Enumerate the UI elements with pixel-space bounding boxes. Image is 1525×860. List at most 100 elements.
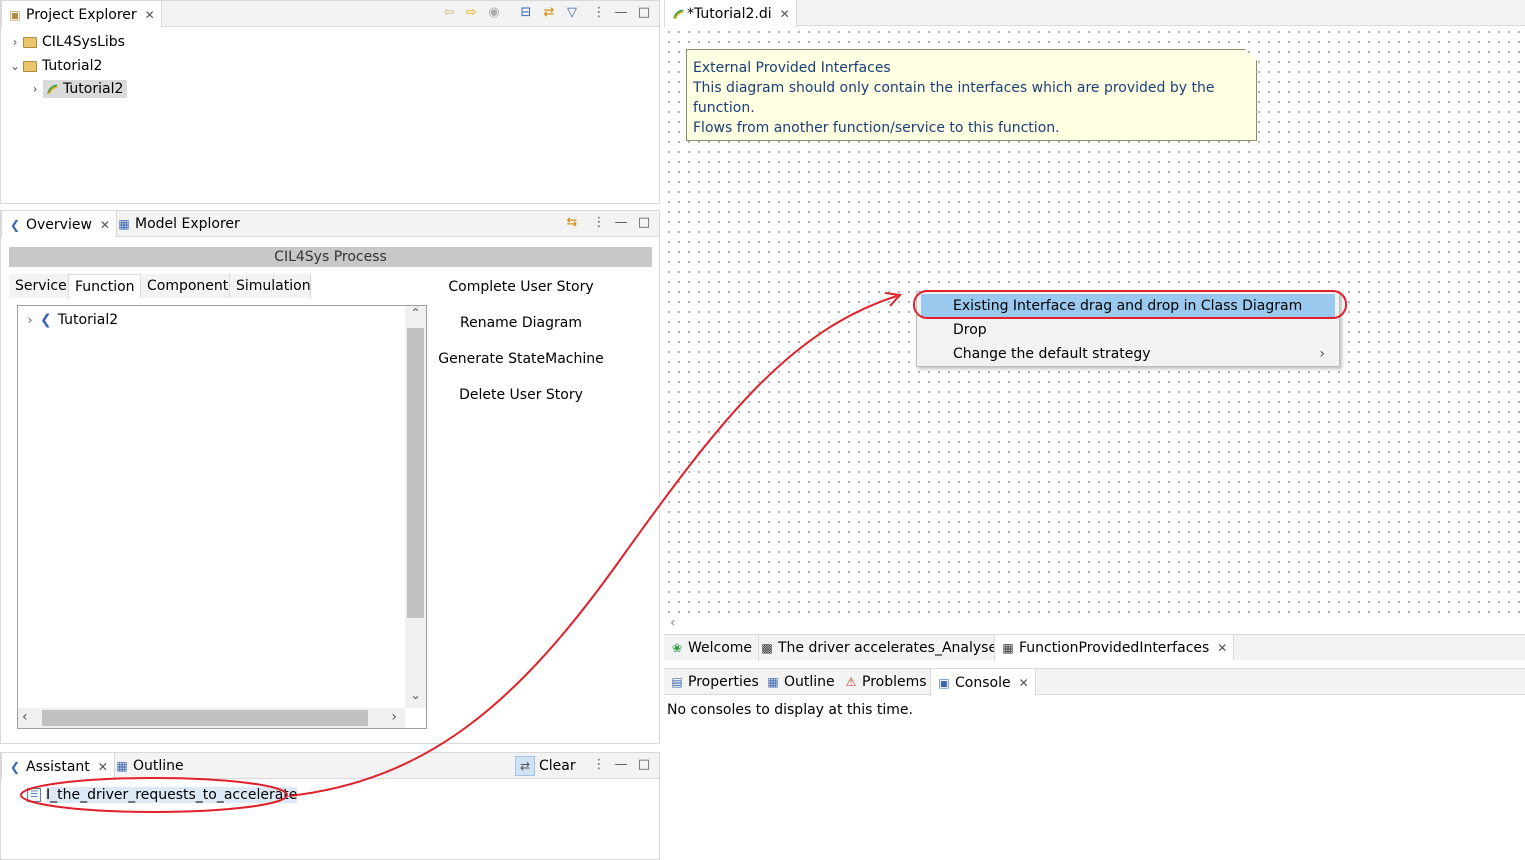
rename-diagram-button[interactable]: Rename Diagram bbox=[421, 315, 621, 331]
delete-user-story-button[interactable]: Delete User Story bbox=[421, 387, 621, 403]
interface-icon: ☰ bbox=[27, 788, 41, 802]
scroll-left-icon[interactable]: ‹ bbox=[22, 709, 28, 725]
folder-icon bbox=[23, 36, 37, 48]
tree-item-label: Tutorial2 bbox=[63, 81, 124, 97]
tab-assistant[interactable]: ❮ Assistant ✕ bbox=[1, 753, 115, 780]
diagram-icon: ▩ bbox=[761, 641, 773, 655]
tab-label: FunctionProvidedInterfaces bbox=[1019, 640, 1210, 656]
view-menu-icon[interactable]: ⋮ bbox=[591, 757, 607, 773]
collapse-all-icon[interactable]: ⊟ bbox=[518, 5, 534, 21]
close-icon[interactable]: ✕ bbox=[1217, 641, 1227, 655]
tab-properties[interactable]: ▤ Properties bbox=[664, 669, 765, 695]
editor-page-tabs: ❀ Welcome ▩ The driver accelerates_Analy… bbox=[664, 634, 1525, 661]
forward-icon[interactable]: ⇨ bbox=[463, 5, 479, 21]
clear-label: Clear bbox=[539, 758, 576, 774]
view-menu-icon[interactable]: ⋮ bbox=[591, 5, 607, 21]
tab-outline[interactable]: ▦ Outline bbox=[109, 753, 190, 779]
close-icon[interactable]: ✕ bbox=[100, 218, 110, 232]
maximize-icon[interactable]: □ bbox=[636, 215, 652, 231]
complete-user-story-button[interactable]: Complete User Story bbox=[421, 279, 621, 295]
page-tab-driver-accelerates[interactable]: ▩ The driver accelerates_Analysed bbox=[754, 635, 1013, 661]
subtab-service[interactable]: Service bbox=[9, 274, 69, 298]
tab-label: The driver accelerates_Analysed bbox=[778, 640, 1006, 656]
assistant-panel: ❮ Assistant ✕ ▦ Outline ⇄ Clear ⋮ — □ ☰ … bbox=[0, 752, 660, 860]
back-icon[interactable]: ⇦ bbox=[441, 5, 457, 21]
editor-area: *Tutorial2.di ✕ External Provided Interf… bbox=[664, 0, 1525, 661]
tab-console[interactable]: ▣ Console ✕ bbox=[930, 669, 1036, 696]
editor-tabbar: *Tutorial2.di ✕ bbox=[664, 0, 1525, 27]
menu-item-label: Existing Interface drag and drop in Clas… bbox=[953, 298, 1303, 314]
horizontal-scrollbar[interactable]: ‹ › bbox=[18, 708, 405, 728]
tab-problems[interactable]: ⚠ Problems bbox=[838, 669, 933, 695]
note-title: External Provided Interfaces bbox=[693, 60, 891, 76]
scroll-down-icon[interactable]: ⌄ bbox=[405, 688, 426, 708]
tree-item-tutorial2-project[interactable]: ⌄ Tutorial2 bbox=[7, 55, 102, 77]
clear-icon: ⇄ bbox=[515, 756, 535, 776]
tab-project-explorer[interactable]: ▣ Project Explorer ✕ bbox=[1, 1, 162, 28]
chevron-down-icon[interactable]: ⌄ bbox=[7, 59, 23, 73]
maximize-icon[interactable]: □ bbox=[636, 757, 652, 773]
tab-label: Properties bbox=[688, 674, 759, 690]
close-icon[interactable]: ✕ bbox=[98, 760, 108, 774]
scroll-thumb[interactable] bbox=[407, 328, 424, 618]
scroll-thumb[interactable] bbox=[42, 710, 368, 726]
tree-item-tutorial2[interactable]: › ❮ Tutorial2 bbox=[22, 309, 119, 331]
drop-strategy-menu: Existing Interface drag and drop in Clas… bbox=[916, 291, 1340, 367]
outline-icon: ▦ bbox=[767, 675, 779, 689]
subtab-function[interactable]: Function bbox=[69, 274, 141, 298]
page-tab-welcome[interactable]: ❀ Welcome bbox=[664, 635, 760, 661]
overview-panel: ❮ Overview ✕ ▦ Model Explorer ⇆ ⋮ — □ CI… bbox=[0, 210, 660, 744]
tab-overview[interactable]: ❮ Overview ✕ bbox=[1, 211, 117, 238]
chevron-right-icon: › bbox=[1319, 346, 1325, 362]
tree-item-tutorial2-model[interactable]: › Tutorial2 bbox=[27, 78, 128, 100]
subtab-component[interactable]: Component bbox=[141, 274, 230, 298]
filter-icon[interactable]: ▽ bbox=[564, 5, 580, 21]
close-icon[interactable]: ✕ bbox=[780, 7, 790, 21]
minimize-icon[interactable]: — bbox=[613, 215, 629, 231]
diagram-canvas[interactable]: External Provided Interfaces This diagra… bbox=[664, 27, 1525, 615]
tree-item-cil4syslibs[interactable]: › CIL4SysLibs bbox=[7, 31, 125, 53]
generate-statemachine-button[interactable]: Generate StateMachine bbox=[421, 351, 621, 367]
maximize-icon[interactable]: □ bbox=[636, 5, 652, 21]
tab-tutorial2-di[interactable]: *Tutorial2.di ✕ bbox=[664, 0, 797, 27]
subtab-label: Service bbox=[15, 278, 67, 294]
sync-icon[interactable]: ⇆ bbox=[564, 215, 580, 231]
link-with-editor-icon[interactable]: ⇄ bbox=[541, 5, 557, 21]
minimize-icon[interactable]: — bbox=[613, 5, 629, 21]
scroll-left-icon[interactable]: ‹ bbox=[670, 615, 676, 631]
clear-button[interactable]: ⇄ Clear bbox=[515, 755, 576, 777]
process-header: CIL4Sys Process bbox=[9, 247, 652, 267]
chevron-right-icon[interactable]: › bbox=[22, 313, 38, 327]
welcome-icon: ❀ bbox=[671, 641, 683, 655]
properties-icon: ▤ bbox=[671, 675, 683, 689]
assistant-icon: ❮ bbox=[9, 759, 21, 774]
close-icon[interactable]: ✕ bbox=[145, 8, 155, 22]
tab-model-explorer[interactable]: ▦ Model Explorer bbox=[111, 211, 246, 237]
menu-item-change-default-strategy[interactable]: Change the default strategy › bbox=[921, 342, 1335, 366]
process-title: CIL4Sys Process bbox=[274, 249, 387, 265]
subtab-label: Function bbox=[75, 278, 135, 295]
page-tab-function-provided-interfaces[interactable]: ▦ FunctionProvidedInterfaces ✕ bbox=[994, 635, 1235, 661]
note-line-2: Flows from another function/service to t… bbox=[693, 120, 1060, 136]
note-element[interactable]: External Provided Interfaces This diagra… bbox=[686, 49, 1257, 141]
console-icon: ▣ bbox=[938, 675, 950, 690]
assistant-item[interactable]: ☰ I_the_driver_requests_to_accelerate bbox=[27, 784, 298, 806]
note-line-1: This diagram should only contain the int… bbox=[693, 80, 1215, 116]
close-icon[interactable]: ✕ bbox=[1019, 676, 1029, 690]
subtab-simulation[interactable]: Simulation bbox=[230, 274, 311, 298]
tab-outline[interactable]: ▦ Outline bbox=[760, 669, 841, 695]
view-menu-icon[interactable]: ⋮ bbox=[591, 215, 607, 231]
chevron-right-icon[interactable]: › bbox=[27, 82, 43, 96]
tab-label: Outline bbox=[133, 758, 184, 774]
home-icon[interactable]: ◉ bbox=[486, 5, 502, 21]
subtab-label: Component bbox=[147, 278, 229, 294]
console-message: No consoles to display at this time. bbox=[667, 702, 913, 718]
minimize-icon[interactable]: — bbox=[613, 757, 629, 773]
menu-item-drop[interactable]: Drop bbox=[921, 318, 1335, 342]
scroll-right-icon[interactable]: › bbox=[391, 709, 397, 725]
subtab-label: Simulation bbox=[236, 278, 311, 294]
menu-item-existing-interface[interactable]: Existing Interface drag and drop in Clas… bbox=[921, 294, 1335, 318]
tree-item-label: Tutorial2 bbox=[42, 58, 103, 74]
chevron-right-icon[interactable]: › bbox=[7, 35, 23, 49]
function-tree: › ❮ Tutorial2 ⌃ ⌄ ‹ › bbox=[17, 305, 427, 729]
